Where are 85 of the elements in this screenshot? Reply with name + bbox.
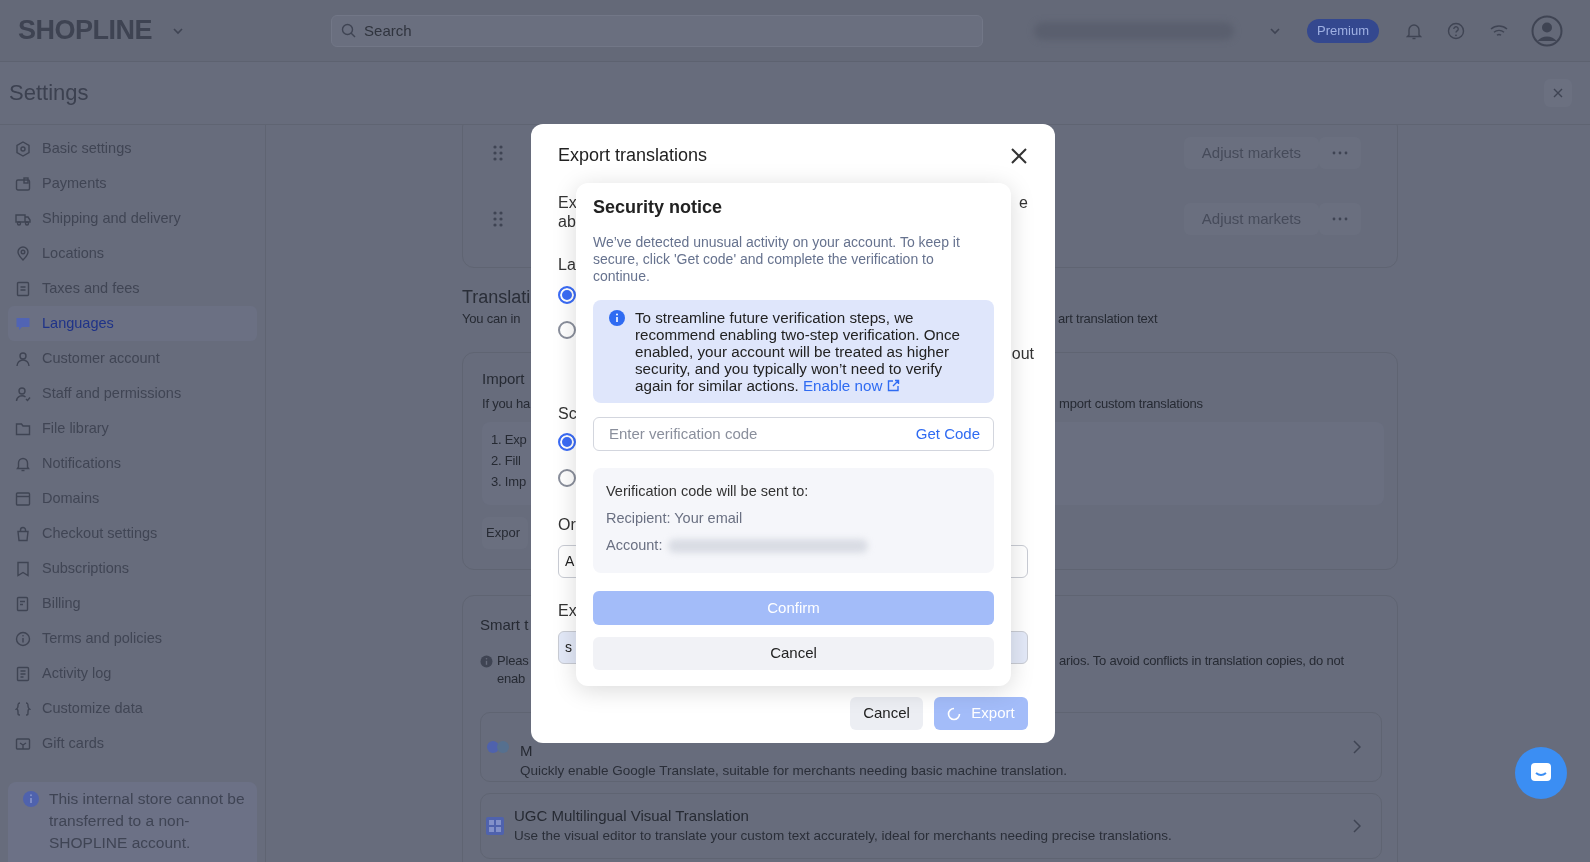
card-title: Import [482,369,525,389]
get-code-button[interactable]: Get Code [915,422,980,446]
option-description: out [1011,344,1034,363]
dialog-text: ab [558,212,576,231]
step-text: 3. Imp [491,473,526,491]
radio-button[interactable] [558,433,576,451]
search-icon [341,22,357,38]
radio-button[interactable] [558,469,576,487]
step-text: 2. Fill [491,452,521,470]
sidebar-item[interactable]: Languages [8,306,257,341]
spinner-icon [947,706,962,721]
more-icon [1332,217,1348,221]
note-text: Pleas [497,652,529,670]
section-description: art translation text [1058,310,1158,328]
dialog-text: e [1019,193,1028,212]
radio-button[interactable] [558,321,576,339]
close-icon [1010,147,1028,165]
close-icon [1553,88,1563,98]
close-button[interactable] [1010,147,1028,165]
location-pin-icon [15,245,31,262]
dialog-title: Export translations [558,145,708,167]
enable-now-link[interactable]: Enable now [803,377,900,394]
drag-handle-icon[interactable] [493,145,503,161]
chat-button[interactable] [1515,747,1567,799]
shopping-bag-icon [15,525,31,542]
external-link-icon [886,379,900,392]
person-icon [15,385,31,402]
recipient-heading: Verification code will be sent to: [606,482,810,501]
card-description: If you ha [482,396,531,411]
field-label: Sc [558,404,577,423]
document-icon [15,280,31,297]
dialog-message: We’ve detected unusual activity on your account. To keep it secure, click 'Get code' and complete the verification to continue. [593,234,961,285]
card-description: mport custom translations [1059,395,1203,413]
person-icon [15,350,31,367]
info-icon [480,655,493,668]
service-description: Quickly enable Google Translate, suitable for merchants needing basic machine translation. [520,762,1068,780]
document-icon [15,665,31,682]
two-circles-icon [486,740,510,754]
field-label: Or [558,515,576,534]
radio-button[interactable] [558,286,576,304]
browser-window-icon [15,490,31,507]
speech-bubble-icon [15,315,31,332]
cancel-button[interactable]: Cancel [593,637,994,670]
info-icon [609,310,625,326]
plan-badge: Premium [1307,18,1380,43]
field-label: Ex [558,601,577,620]
wifi-icon[interactable] [1490,23,1509,38]
service-title: M [520,741,533,761]
bookmark-icon [15,560,31,577]
tip-text: To streamline future verification steps, we recommend enabling two-step verification. Once enabled, your account will be treated as higher security, and you typically won’t need to verify again for similar actions. Enable now [635,309,961,394]
cancel-button[interactable]: Cancel [850,697,923,730]
service-title: UGC Multilingual Visual Translation [514,806,749,826]
info-icon [15,630,31,647]
note-text: enab [497,670,526,688]
dialog-title: Security notice [593,196,724,218]
braces-icon [15,700,31,717]
document-icon [15,595,31,612]
bell-icon [15,455,31,472]
card-title: Smart t [480,615,529,635]
drag-handle-icon[interactable] [493,211,503,227]
grid-squares-icon [486,817,504,835]
search-field[interactable]: Search [331,14,984,47]
section-title: Translati [462,286,531,309]
folder-icon [15,420,31,437]
info-icon [22,790,40,808]
field-label: La [558,255,576,274]
verification-code-field[interactable]: Enter verification code Get Code [593,417,994,451]
gift-card-icon [15,735,31,752]
avatar-icon[interactable] [1531,14,1564,47]
account-label: Account: [606,536,663,555]
more-icon [1332,151,1348,155]
section-description: You can in [462,311,521,326]
wallet-icon [15,175,31,192]
service-item[interactable]: UGC Multilingual Visual Translation Use the visual editor to translate your custom text accurately, ideal for merchants needing precise translations. [480,793,1382,859]
dialog-text: Ex [558,193,577,212]
note-text: arios. To avoid conflicts in translation copies, do not [1059,652,1345,670]
recipient-text: Recipient: Your email [606,509,744,528]
bell-icon[interactable] [1406,21,1423,40]
step-text: 1. Exp [491,431,527,449]
chevron-right-icon [1353,740,1361,754]
service-description: Use the visual editor to translate your custom text accurately, ideal for merchants needing precise translations. [514,827,1172,845]
hexagon-icon [15,140,31,157]
help-icon[interactable] [1447,21,1466,40]
chevron-right-icon [1353,819,1361,833]
export-button[interactable]: Export [934,697,1028,730]
